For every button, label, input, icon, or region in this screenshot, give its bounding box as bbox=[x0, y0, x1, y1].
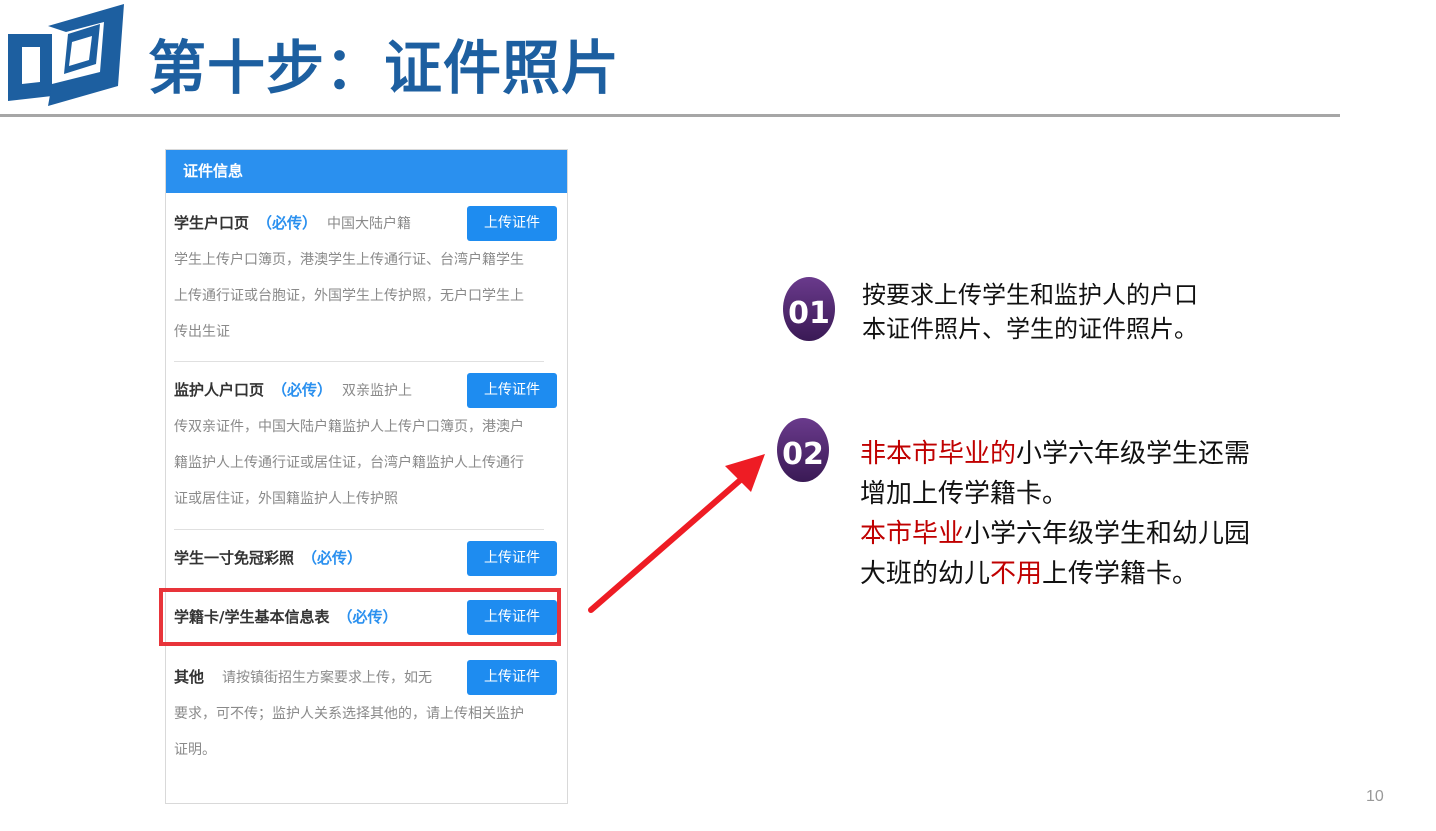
note-text: 小学六年级学生和幼儿园 bbox=[964, 519, 1251, 549]
list-item-other: 其他 请按镇街招生方案要求上传，如无 要求，可不传；监护人关系选择其他的，请上传相… bbox=[174, 659, 557, 768]
item-desc-line: 上传通行证或台胞证，外国学生上传护照，无户口学生上 bbox=[174, 288, 524, 304]
item-name: 监护人户口页 bbox=[174, 381, 265, 399]
note-emphasis: 不用 bbox=[990, 559, 1043, 589]
divider bbox=[174, 529, 544, 530]
note-1: 按要求上传学生和监护人的户口 本证件照片、学生的证件照片。 bbox=[862, 278, 1198, 346]
required-tag: （必传） bbox=[302, 549, 363, 567]
certificate-panel: 证件信息 学生户口页 （必传） 中国大陆户籍 学生上传户口簿页，港澳学生上传通行证、… bbox=[165, 149, 568, 804]
upload-button-guardian-household[interactable]: 上传证件 bbox=[467, 373, 557, 408]
required-tag: （必传） bbox=[257, 214, 318, 232]
note-text: 上传学籍卡。 bbox=[1042, 559, 1199, 589]
note-emphasis: 非本市毕业的 bbox=[860, 439, 1017, 469]
note-line: 本证件照片、学生的证件照片。 bbox=[862, 315, 1198, 343]
badge-number: 02 bbox=[782, 437, 824, 472]
page-number: 10 bbox=[1366, 788, 1384, 805]
slide-title: 第十步：证件照片 bbox=[148, 34, 621, 102]
badge-number: 01 bbox=[788, 296, 830, 331]
item-desc-line: 证明。 bbox=[174, 742, 216, 758]
list-item-guardian-household: 监护人户口页 （必传） 双亲监护上 传双亲证件，中国大陆户籍监护人上传户口簿页，港澳… bbox=[174, 372, 557, 517]
badge-02-icon: 02 bbox=[777, 418, 829, 482]
badge-01-icon: 01 bbox=[783, 277, 835, 341]
note-line: 增加上传学籍卡。 bbox=[860, 479, 1069, 509]
red-arrow-icon bbox=[588, 454, 765, 613]
item-desc-first: 请按镇街招生方案要求上传，如无 bbox=[222, 670, 433, 686]
list-item-student-household: 学生户口页 （必传） 中国大陆户籍 学生上传户口簿页，港澳学生上传通行证、台湾户籍学… bbox=[174, 205, 557, 350]
item-name: 其他 bbox=[174, 668, 205, 686]
upload-button-student-household[interactable]: 上传证件 bbox=[467, 206, 557, 241]
note-text: 大班的幼儿 bbox=[860, 559, 991, 589]
item-desc-line: 证或居住证，外国籍监护人上传护照 bbox=[174, 491, 398, 507]
highlight-box bbox=[159, 588, 561, 646]
note-text: 小学六年级学生还需 bbox=[1016, 439, 1251, 469]
note-2: 非本市毕业的小学六年级学生还需 增加上传学籍卡。 本市毕业小学六年级学生和幼儿园… bbox=[860, 434, 1250, 594]
item-desc-line: 传双亲证件，中国大陆户籍监护人上传户口簿页，港澳户 bbox=[174, 419, 524, 435]
divider bbox=[174, 361, 544, 362]
required-tag: （必传） bbox=[272, 381, 333, 399]
panel-header: 证件信息 bbox=[166, 150, 567, 193]
item-name: 学生一寸免冠彩照 bbox=[174, 549, 295, 567]
note-emphasis: 本市毕业 bbox=[860, 519, 965, 549]
item-desc-first: 中国大陆户籍 bbox=[327, 216, 412, 232]
item-desc-line: 传出生证 bbox=[174, 324, 230, 340]
note-line: 按要求上传学生和监护人的户口 bbox=[862, 281, 1198, 309]
book-logo-icon bbox=[8, 4, 124, 106]
item-desc-first: 双亲监护上 bbox=[342, 383, 413, 399]
list-item-student-photo: 学生一寸免冠彩照 （必传） 上传证件 bbox=[174, 540, 557, 577]
upload-button-student-photo[interactable]: 上传证件 bbox=[467, 541, 557, 576]
upload-button-other[interactable]: 上传证件 bbox=[467, 660, 557, 695]
item-name: 学生户口页 bbox=[174, 214, 250, 232]
title-divider bbox=[0, 114, 1340, 117]
item-desc-line: 学生上传户口簿页，港澳学生上传通行证、台湾户籍学生 bbox=[174, 252, 524, 268]
item-desc-line: 籍监护人上传通行证或居住证，台湾户籍监护人上传通行 bbox=[174, 455, 524, 471]
item-desc-line: 要求，可不传；监护人关系选择其他的，请上传相关监护 bbox=[174, 706, 524, 722]
